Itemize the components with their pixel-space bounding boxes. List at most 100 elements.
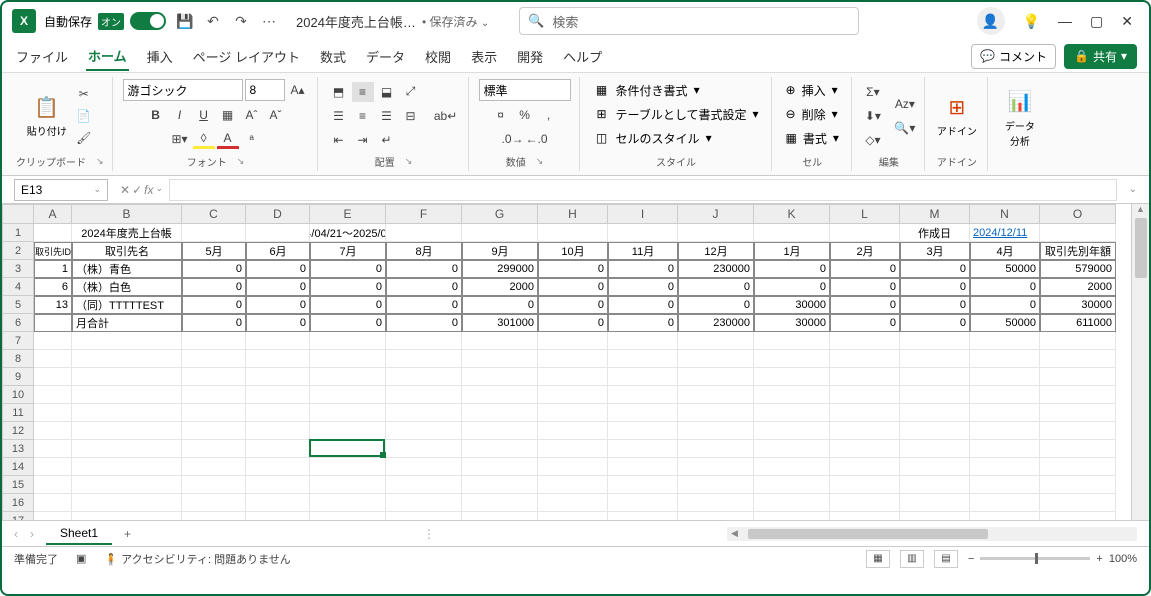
cell[interactable] <box>678 476 754 494</box>
cell[interactable] <box>830 440 900 458</box>
cell[interactable] <box>830 458 900 476</box>
cell[interactable]: 579000 <box>1040 260 1116 278</box>
row-header[interactable]: 5 <box>2 296 34 314</box>
cell[interactable]: 0 <box>386 260 462 278</box>
cut-icon[interactable]: ✂ <box>73 84 95 104</box>
cell[interactable] <box>608 422 678 440</box>
cell[interactable] <box>72 386 182 404</box>
cell[interactable] <box>678 404 754 422</box>
fill-color-icon[interactable]: ◊ <box>193 129 215 149</box>
tab-insert[interactable]: 挿入 <box>145 43 175 70</box>
cell[interactable] <box>900 350 970 368</box>
cell[interactable] <box>182 512 246 520</box>
cell[interactable]: 301000 <box>462 314 538 332</box>
cell[interactable]: 3月 <box>900 242 970 260</box>
align-right-icon[interactable]: ☰ <box>376 106 398 126</box>
cell[interactable] <box>386 224 462 242</box>
borders-dropdown-icon[interactable]: ⊞▾ <box>169 129 191 149</box>
cell[interactable] <box>182 440 246 458</box>
column-header[interactable]: K <box>754 204 830 224</box>
cell[interactable]: 0 <box>182 260 246 278</box>
row-header[interactable]: 8 <box>2 350 34 368</box>
cell[interactable] <box>970 422 1040 440</box>
tab-pagelayout[interactable]: ページ レイアウト <box>191 43 302 70</box>
cell[interactable]: 0 <box>182 296 246 314</box>
cell[interactable]: 2000 <box>1040 278 1116 296</box>
cell[interactable] <box>538 404 608 422</box>
cell[interactable]: 50000 <box>970 314 1040 332</box>
cell[interactable] <box>386 512 462 520</box>
cell[interactable]: 0 <box>608 260 678 278</box>
filename[interactable]: 2024年度売上台帳… • 保存済み ⌄ <box>296 12 489 31</box>
cell[interactable] <box>182 458 246 476</box>
column-header[interactable]: F <box>386 204 462 224</box>
cell[interactable] <box>678 368 754 386</box>
cell[interactable] <box>754 332 830 350</box>
cell[interactable] <box>462 224 538 242</box>
cell[interactable] <box>246 512 310 520</box>
cell[interactable]: （株）青色 <box>72 260 182 278</box>
cell[interactable] <box>538 332 608 350</box>
cell[interactable]: 0 <box>386 314 462 332</box>
cell[interactable] <box>182 476 246 494</box>
cell[interactable] <box>386 332 462 350</box>
cell[interactable] <box>830 422 900 440</box>
align-bottom-icon[interactable]: ⬓ <box>376 82 398 102</box>
find-select-icon[interactable]: 🔍▾ <box>894 118 916 138</box>
cell[interactable] <box>310 368 386 386</box>
cell[interactable] <box>182 350 246 368</box>
font-color-icon[interactable]: A <box>217 129 239 149</box>
cell[interactable]: 611000 <box>1040 314 1116 332</box>
cell[interactable]: 0 <box>310 260 386 278</box>
cell[interactable] <box>754 386 830 404</box>
cell[interactable]: 1 <box>34 260 72 278</box>
decrease-font-a-icon[interactable]: Aˇ <box>265 105 287 125</box>
number-format-picker[interactable] <box>479 79 571 101</box>
cell[interactable] <box>246 440 310 458</box>
zoom-out-icon[interactable]: − <box>968 553 974 565</box>
cell[interactable] <box>970 332 1040 350</box>
zoom-in-icon[interactable]: + <box>1096 553 1102 565</box>
launcher-icon[interactable]: ↘ <box>536 156 544 167</box>
row-header[interactable]: 4 <box>2 278 34 296</box>
cell[interactable]: 0 <box>830 278 900 296</box>
cell[interactable] <box>246 368 310 386</box>
column-header[interactable]: N <box>970 204 1040 224</box>
cell[interactable] <box>608 458 678 476</box>
decrease-decimal-icon[interactable]: ←.0 <box>526 129 548 149</box>
cell[interactable] <box>1040 224 1116 242</box>
cell[interactable] <box>900 440 970 458</box>
cell[interactable] <box>754 224 830 242</box>
account-avatar-icon[interactable]: 👤 <box>977 7 1005 35</box>
bold-button[interactable]: B <box>145 105 167 125</box>
increase-decimal-icon[interactable]: .0→ <box>502 129 524 149</box>
cell[interactable] <box>900 512 970 520</box>
cell[interactable]: 7月 <box>310 242 386 260</box>
cell[interactable] <box>34 404 72 422</box>
data-analyze-button[interactable]: 📊データ 分析 <box>998 84 1042 152</box>
cell[interactable] <box>310 476 386 494</box>
conditional-formatting-button[interactable]: ▦条件付き書式 ▾ <box>590 79 704 101</box>
cell[interactable] <box>678 494 754 512</box>
cell[interactable] <box>72 458 182 476</box>
cell[interactable] <box>1040 476 1116 494</box>
column-header[interactable]: A <box>34 204 72 224</box>
enter-formula-icon[interactable]: ✓ <box>132 183 142 197</box>
tab-view[interactable]: 表示 <box>469 43 499 70</box>
launcher-icon[interactable]: ↘ <box>405 156 413 167</box>
cell[interactable]: 取引先ID <box>34 242 72 260</box>
fx-icon[interactable]: fx <box>144 183 153 197</box>
cell[interactable] <box>72 512 182 520</box>
cell[interactable] <box>34 422 72 440</box>
cell[interactable]: 作成日 <box>900 224 970 242</box>
cell[interactable] <box>608 494 678 512</box>
cell[interactable] <box>900 476 970 494</box>
vertical-scrollbar[interactable]: ▲ <box>1131 204 1149 520</box>
cell[interactable] <box>386 350 462 368</box>
zoom-slider[interactable] <box>980 557 1090 560</box>
sheet-nav-next-icon[interactable]: › <box>30 527 34 541</box>
row-header[interactable]: 12 <box>2 422 34 440</box>
cell[interactable] <box>830 368 900 386</box>
cell[interactable]: 0 <box>386 296 462 314</box>
cell[interactable] <box>310 404 386 422</box>
